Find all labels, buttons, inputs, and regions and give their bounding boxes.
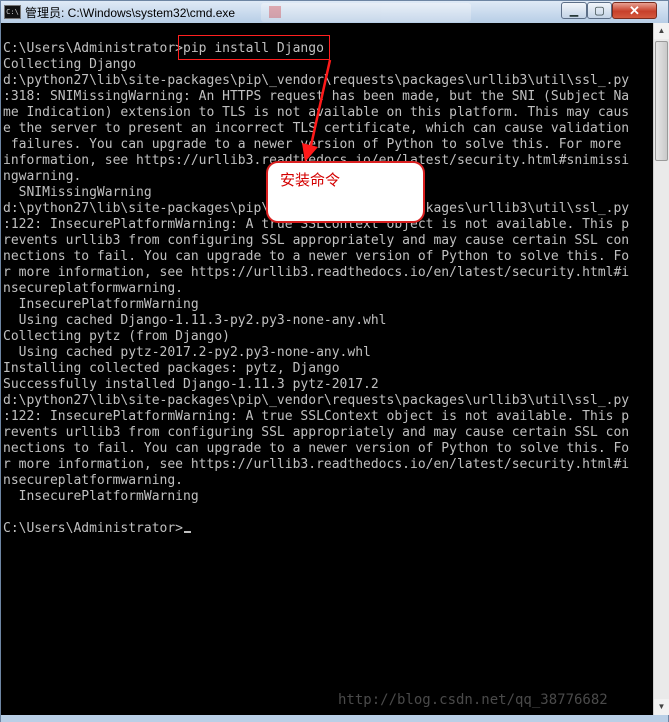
console-line: Collecting pytz (from Django) [3,329,230,344]
console-line: Installing collected packages: pytz, Dja… [3,361,340,376]
close-button[interactable]: ✕ [612,2,657,19]
console-line: nsecureplatformwarning. [3,473,184,488]
console-line: e the server to present an incorrect TLS… [3,121,630,136]
minimize-button[interactable]: ▁ [561,2,587,19]
console-area[interactable]: C:\Users\Administrator>pip install Djang… [1,23,653,715]
console-line: failures. You can upgrade to a newer ver… [3,137,622,152]
console-line: r more information, see https://urllib3.… [3,265,630,280]
console-output: C:\Users\Administrator>pip install Djang… [3,41,651,537]
window-title: 管理员: C:\Windows\system32\cmd.exe [25,6,236,20]
scroll-down-arrow-icon[interactable]: ▼ [654,699,669,715]
scroll-up-arrow-icon[interactable]: ▲ [654,23,669,39]
console-line: InsecurePlatformWarning [3,489,199,504]
background-window-tab [261,3,471,22]
annotation-callout: 安装命令 [266,161,425,223]
cmd-window: C:\ 管理员: C:\Windows\system32\cmd.exe ▁ ▢… [0,0,669,722]
command-highlight-box [178,35,330,60]
console-line: revents urllib3 from configuring SSL app… [3,233,630,248]
console-line: InsecurePlatformWarning [3,297,199,312]
browser-icon [269,6,281,18]
console-line: nections to fail. You can upgrade to a n… [3,249,630,264]
scrollbar-thumb[interactable] [655,41,668,161]
console-line: Using cached Django-1.11.3-py2.py3-none-… [3,313,387,328]
watermark-text: http://blog.csdn.net/qq_38776682 [338,692,608,708]
console-line: r more information, see https://urllib3.… [3,457,630,472]
console-line: :122: InsecurePlatformWarning: A true SS… [3,409,630,424]
console-line: Using cached pytz-2017.2-py2.py3-none-an… [3,345,371,360]
console-line: Successfully installed Django-1.11.3 pyt… [3,377,379,392]
console-line: d:\python27\lib\site-packages\pip\_vendo… [3,73,630,88]
title-bar[interactable]: C:\ 管理员: C:\Windows\system32\cmd.exe ▁ ▢… [1,1,668,23]
console-line: C:\Users\Administrator> [3,521,651,537]
console-line: d:\python27\lib\site-packages\pip\_vendo… [3,393,630,408]
console-line: :318: SNIMissingWarning: An HTTPS reques… [3,89,630,104]
console-line: revents urllib3 from configuring SSL app… [3,425,630,440]
text-cursor [184,531,192,533]
console-line: nections to fail. You can upgrade to a n… [3,441,630,456]
vertical-scrollbar[interactable]: ▲ ▼ [653,23,669,715]
callout-label: 安装命令 [280,172,341,189]
console-line: me Indication) extension to TLS is not a… [3,105,630,120]
console-line: nsecureplatformwarning. [3,281,184,296]
window-bottom-border [1,715,668,722]
cmd-icon[interactable]: C:\ [4,5,21,19]
maximize-button[interactable]: ▢ [587,2,612,19]
